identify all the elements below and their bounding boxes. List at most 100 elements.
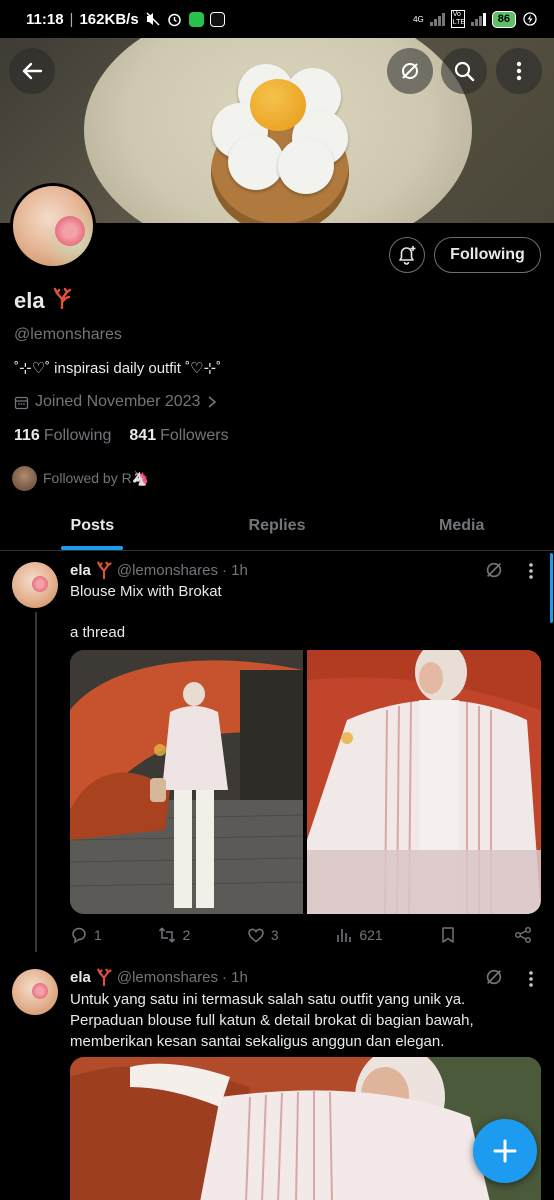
reply-count: 1 <box>94 927 102 943</box>
tweet-header: ela @lemonshares · 1h <box>70 561 248 579</box>
followed-by-text: Followed by R🦄 <box>43 470 150 486</box>
status-time: 11:18 <box>26 10 64 28</box>
following-count: 116 <box>14 427 40 444</box>
tweet-handle: @lemonshares <box>116 561 218 579</box>
back-button[interactable] <box>9 48 55 94</box>
tweet-avatar[interactable] <box>12 562 58 608</box>
coral-emoji-icon <box>97 968 112 986</box>
bell-plus-icon <box>399 246 416 265</box>
more-vertical-icon[interactable] <box>528 562 534 580</box>
followers-label: Followers <box>160 427 229 444</box>
status-speed: 162KB/s <box>79 10 139 28</box>
grok-icon <box>402 63 418 79</box>
bookmark-button[interactable] <box>439 926 457 944</box>
status-separator: | <box>69 10 74 28</box>
more-vertical-icon <box>516 61 522 81</box>
tweet-time: · 1h <box>221 968 248 986</box>
reply-icon <box>72 927 86 944</box>
thread-line <box>35 612 37 952</box>
banner-yolk <box>250 79 306 131</box>
battery-indicator: 86 <box>491 10 516 28</box>
alarm-icon <box>167 11 183 27</box>
profile-joined: Joined November 2023 <box>14 393 218 411</box>
network-type-label: 4G <box>413 14 424 24</box>
signal-icon <box>429 12 445 26</box>
volte-badge: Vo LTE <box>450 10 466 28</box>
profile-tabs: Posts Replies Media <box>0 505 554 551</box>
tweet-media-image[interactable] <box>70 650 303 914</box>
joined-text: Joined November 2023 <box>35 393 201 410</box>
display-name-text: ela <box>14 288 45 313</box>
repost-count: 2 <box>182 927 191 943</box>
tweet-author-name[interactable]: ela <box>70 969 91 986</box>
bookmark-icon <box>442 927 455 943</box>
views-count: 621 <box>359 927 383 943</box>
following-label: Following <box>43 427 112 444</box>
views-icon <box>337 929 352 942</box>
charging-icon <box>522 11 538 27</box>
calendar-icon <box>14 396 29 409</box>
notification-button[interactable] <box>389 237 425 273</box>
tab-media[interactable]: Media <box>369 505 554 550</box>
coral-emoji-icon <box>51 287 73 315</box>
followers-count: 841 <box>129 427 157 444</box>
tweet-avatar[interactable] <box>12 969 58 1015</box>
repost-icon <box>159 927 176 943</box>
profile-stats: 116 Following 841 Followers <box>14 427 229 445</box>
tweet-header: ela @lemonshares · 1h <box>70 968 248 986</box>
arrow-left-icon <box>22 62 43 80</box>
search-icon <box>454 61 475 82</box>
tab-replies[interactable]: Replies <box>185 505 370 550</box>
avatar-flower <box>32 983 48 999</box>
followed-by[interactable]: Followed by R🦄 <box>12 466 149 491</box>
mute-icon <box>145 11 161 27</box>
profile-display-name: ela <box>14 287 73 315</box>
tweet-author-name[interactable]: ela <box>70 562 91 579</box>
tweet-actions: 1 2 3 621 <box>70 926 532 944</box>
grok-button[interactable] <box>387 48 433 94</box>
coral-emoji-icon <box>97 561 112 579</box>
more-vertical-icon[interactable] <box>528 970 534 988</box>
follower-avatar <box>12 466 37 491</box>
share-icon <box>514 927 531 943</box>
tab-posts[interactable]: Posts <box>0 505 185 550</box>
chevron-right-icon[interactable] <box>206 395 218 409</box>
followers-stat[interactable]: 841 Followers <box>129 427 228 445</box>
following-stat[interactable]: 116 Following <box>14 427 111 445</box>
views-button[interactable]: 621 <box>335 926 383 944</box>
status-left: 11:18 | 162KB/s <box>26 11 225 28</box>
tweet-media-image[interactable] <box>307 650 541 914</box>
grok-icon[interactable] <box>484 967 504 987</box>
banner-petal <box>278 138 334 194</box>
search-button[interactable] <box>441 48 487 94</box>
avatar-flower <box>55 216 85 246</box>
grok-icon[interactable] <box>484 560 504 580</box>
share-button[interactable] <box>514 926 532 944</box>
like-count: 3 <box>270 927 279 943</box>
status-bar: 11:18 | 162KB/s 4G Vo LTE 86 <box>0 0 554 38</box>
repost-button[interactable]: 2 <box>158 926 190 944</box>
like-button[interactable]: 3 <box>247 926 279 944</box>
scrollbar[interactable] <box>550 553 553 623</box>
following-button[interactable]: Following <box>434 237 541 273</box>
signal-2-icon <box>470 12 486 26</box>
tweet-text: Untuk yang satu ini termasuk salah satu … <box>70 991 474 1050</box>
tweet-media-image[interactable] <box>70 1057 541 1200</box>
wechat-icon <box>188 11 204 27</box>
compose-button[interactable] <box>473 1119 537 1183</box>
tweet-time: · 1h <box>221 561 248 579</box>
avatar-flower <box>32 576 48 592</box>
tweet-text-line1: Blouse Mix with Brokat <box>70 583 222 600</box>
tweet-handle: @lemonshares <box>116 968 218 986</box>
profile-handle: @lemonshares <box>14 326 122 343</box>
tweet-text-line2: a thread <box>70 624 126 641</box>
plus-icon <box>493 1139 517 1163</box>
profile-avatar[interactable] <box>10 183 96 269</box>
heart-icon <box>248 928 264 943</box>
profile-bio: ˚⊹♡˚ inspirasi daily outfit ˚♡⊹˚ <box>14 360 222 377</box>
more-options-button[interactable] <box>496 48 542 94</box>
banner-petal <box>228 134 284 190</box>
reply-button[interactable]: 1 <box>70 926 102 944</box>
tiktok-icon <box>209 11 225 27</box>
status-right: 4G Vo LTE 86 <box>413 10 538 28</box>
